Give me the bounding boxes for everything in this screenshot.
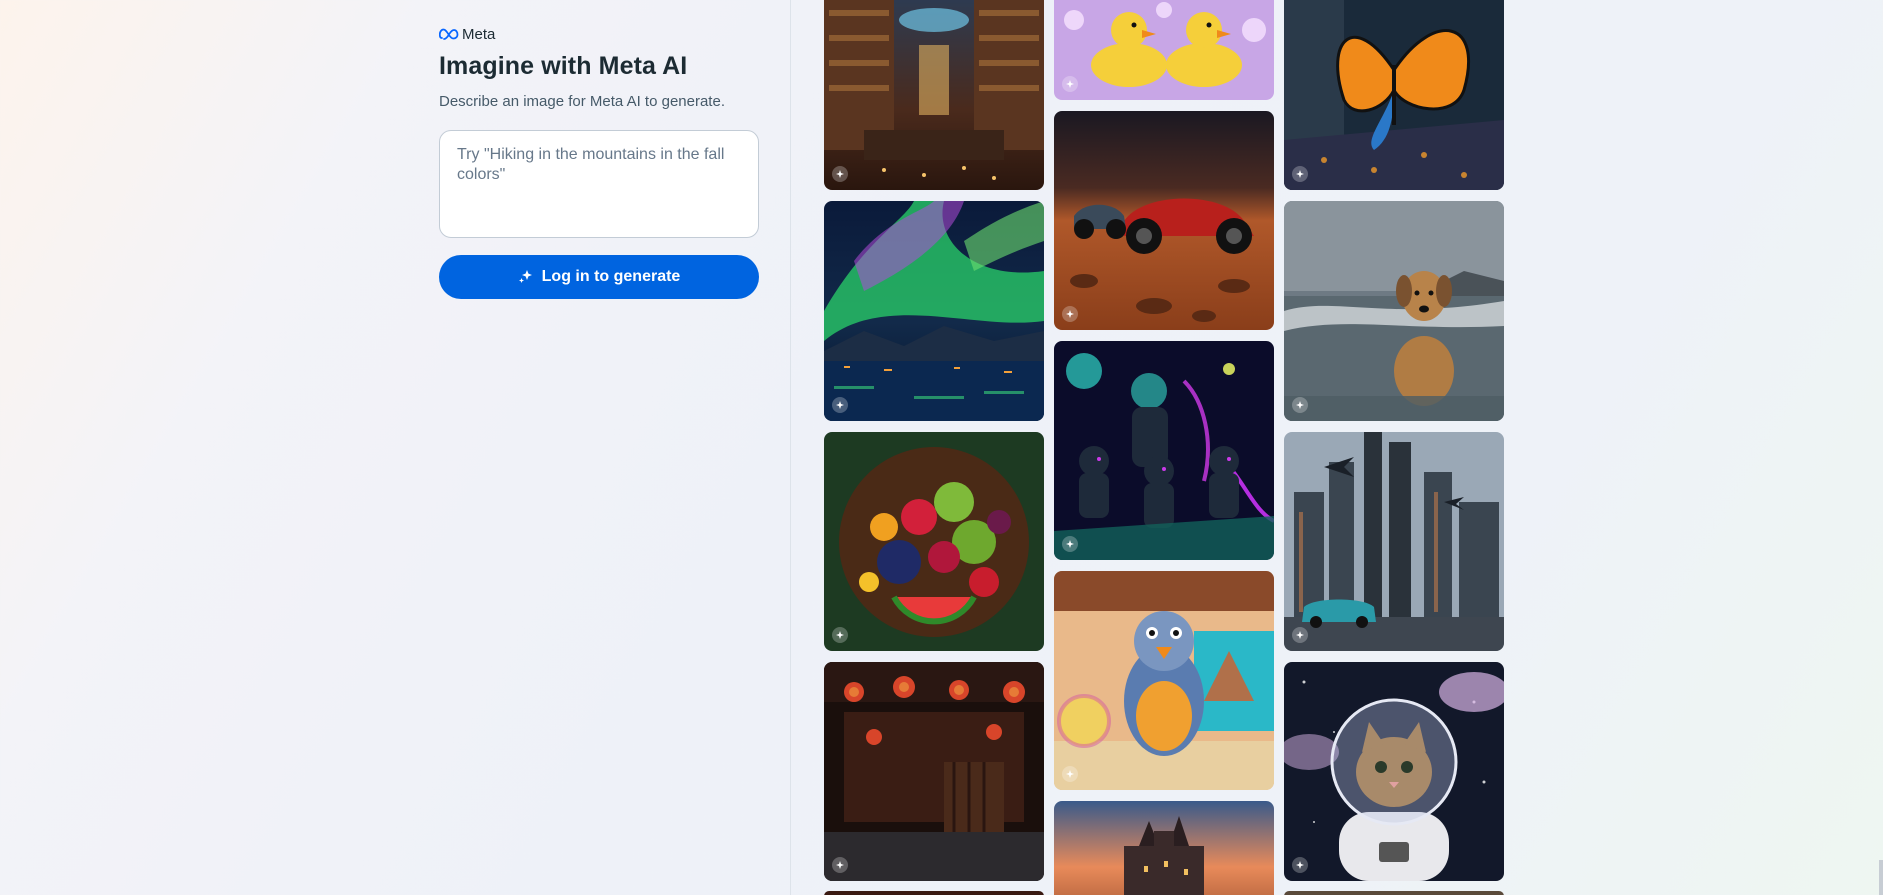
baby-bird-beach-image [1054, 571, 1274, 790]
image-astronaut-kitten[interactable] [1284, 662, 1504, 881]
page-subtitle: Describe an image for Meta AI to generat… [439, 93, 725, 110]
futuristic-city-image [1284, 432, 1504, 651]
image-dog-in-sea[interactable] [1284, 201, 1504, 421]
image-castle-sunset[interactable] [1054, 801, 1274, 895]
imagine-badge-icon [1062, 766, 1078, 782]
scrollbar-thumb[interactable] [1879, 860, 1883, 895]
image-next-col3[interactable] [1284, 891, 1504, 895]
meta-logo[interactable]: Meta [439, 24, 759, 44]
imagine-badge-icon [1062, 76, 1078, 92]
log-in-to-generate-button[interactable]: Log in to generate [439, 255, 759, 299]
image-library[interactable] [824, 0, 1044, 190]
imagine-badge-icon [832, 857, 848, 873]
library-image [824, 0, 1044, 190]
astronaut-kitten-image [1284, 662, 1504, 881]
desert-race-car-image [1054, 111, 1274, 330]
aurora-image [824, 201, 1044, 421]
generate-button-label: Log in to generate [541, 268, 681, 285]
brand-name: Meta [462, 25, 496, 43]
imagine-badge-icon [832, 166, 848, 182]
meta-infinity-icon [439, 28, 459, 40]
image-baby-bird-beach[interactable] [1054, 571, 1274, 790]
prompt-input[interactable] [439, 130, 759, 238]
image-rubber-ducks[interactable] [1054, 0, 1274, 100]
imagine-badge-icon [1292, 397, 1308, 413]
intro-panel: Meta Imagine with Meta AI Describe an im… [439, 24, 759, 299]
imagine-badge-icon [832, 627, 848, 643]
image-desert-race-car[interactable] [1054, 111, 1274, 330]
imagine-badge-icon [832, 397, 848, 413]
imagine-badge-icon [1292, 857, 1308, 873]
butterfly-street-image [1284, 0, 1504, 190]
page-title: Imagine with Meta AI [439, 52, 688, 80]
image-lantern-house[interactable] [824, 662, 1044, 881]
image-next-col1[interactable] [824, 891, 1044, 895]
imagine-badge-icon [1292, 627, 1308, 643]
space-cats-image [1054, 341, 1274, 560]
image-space-cats[interactable] [1054, 341, 1274, 560]
lantern-house-image [824, 662, 1044, 881]
image-futuristic-city[interactable] [1284, 432, 1504, 651]
castle-sunset-image [1054, 801, 1274, 895]
imagine-badge-icon [1062, 306, 1078, 322]
rubber-ducks-image [1054, 0, 1274, 100]
fruit-platter-image [824, 432, 1044, 651]
panel-divider [790, 0, 791, 895]
imagine-badge-icon [1062, 536, 1078, 552]
imagine-badge-icon [1292, 166, 1308, 182]
image-fruit-platter[interactable] [824, 432, 1044, 651]
sparkle-icon [518, 270, 532, 283]
image-butterfly-street[interactable] [1284, 0, 1504, 190]
dog-in-sea-image [1284, 201, 1504, 421]
image-aurora[interactable] [824, 201, 1044, 421]
